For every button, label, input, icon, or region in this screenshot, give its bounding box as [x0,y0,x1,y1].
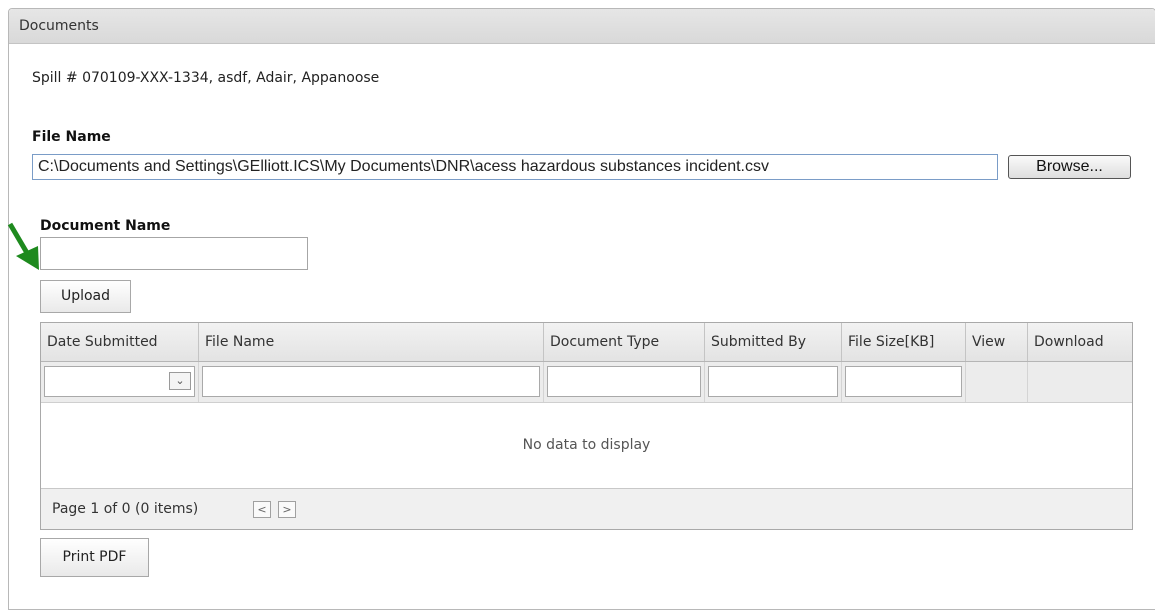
pager-summary: Page 1 of 0 (0 items) [52,501,199,517]
filter-cell-download [1028,362,1132,402]
column-header-file-name[interactable]: File Name [199,323,544,361]
browse-button[interactable]: Browse... [1008,155,1131,179]
filter-cell-date: ⌄ [41,362,199,402]
document-type-filter-input[interactable] [547,366,701,397]
file-name-filter-input[interactable] [202,366,540,397]
documents-grid: Date Submitted File Name Document Type S… [40,322,1133,530]
chevron-right-icon[interactable]: > [278,501,296,518]
chevron-down-icon[interactable]: ⌄ [169,372,191,390]
filter-cell-view [966,362,1028,402]
file-size-filter-input[interactable] [845,366,962,397]
empty-data-message: No data to display [41,403,1132,489]
filter-cell-file-size [842,362,966,402]
column-header-submitted-by[interactable]: Submitted By [705,323,842,361]
file-path-input[interactable]: C:\Documents and Settings\GElliott.ICS\M… [32,154,998,180]
file-name-label: File Name [32,129,111,145]
column-header-download[interactable]: Download [1028,323,1132,361]
document-name-input[interactable] [40,237,308,270]
filter-cell-file-name [199,362,544,402]
column-header-file-size[interactable]: File Size[KB] [842,323,966,361]
column-header-date-submitted[interactable]: Date Submitted [41,323,199,361]
filter-cell-submitted-by [705,362,842,402]
column-header-document-type[interactable]: Document Type [544,323,705,361]
document-name-label: Document Name [40,218,171,234]
filter-cell-document-type [544,362,705,402]
grid-filter-row: ⌄ [41,362,1132,403]
spill-info: Spill # 070109-XXX-1334, asdf, Adair, Ap… [32,70,380,86]
submitted-by-filter-input[interactable] [708,366,838,397]
panel-title: Documents [9,9,1155,44]
grid-pager: Page 1 of 0 (0 items) < > [41,489,1132,529]
grid-header-row: Date Submitted File Name Document Type S… [41,323,1132,362]
print-pdf-button[interactable]: Print PDF [40,538,149,577]
green-arrow-icon [7,222,39,270]
column-header-view[interactable]: View [966,323,1028,361]
upload-button[interactable]: Upload [40,280,131,313]
chevron-left-icon[interactable]: < [253,501,271,518]
